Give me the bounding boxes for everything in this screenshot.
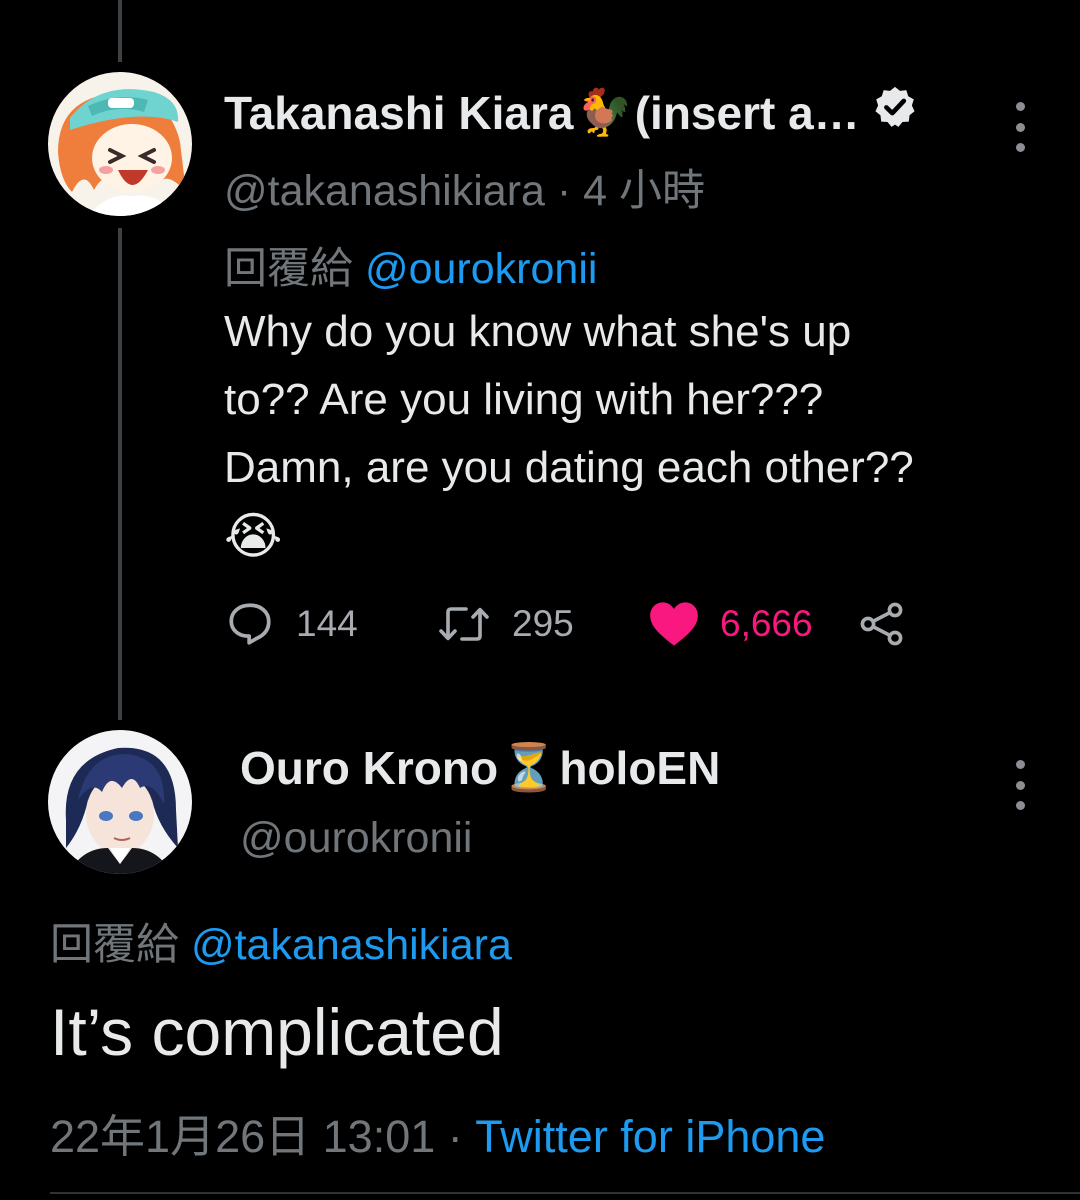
crying-emoji: 😭 xyxy=(224,508,283,564)
kiara-avatar[interactable] xyxy=(48,72,192,216)
reply-more-icon[interactable] xyxy=(1010,102,1030,152)
reply-count: 144 xyxy=(296,603,358,644)
reply-text-line-3: Damn, are you dating each other?? xyxy=(224,443,914,492)
retweet-count: 295 xyxy=(512,603,574,644)
main-tweet-text: It’s complicated xyxy=(50,995,504,1069)
main-author-name[interactable]: Ouro Krono xyxy=(240,741,498,795)
kronii-avatar-image xyxy=(48,730,192,874)
main-tweet-meta: 22年1月26日 13:01 · Twitter for iPhone xyxy=(50,1100,825,1165)
main-meta-separator: · xyxy=(447,1111,463,1162)
reply-bubble-icon xyxy=(229,603,271,645)
main-reply-to-line: 回覆給 @takanashikiara xyxy=(50,910,512,972)
chicken-emoji: 🐓 xyxy=(575,86,633,138)
main-reply-to-label: 回覆給 xyxy=(50,921,179,969)
reply-tweet-text: Why do you know what she's up to?? Are y… xyxy=(224,298,914,570)
reply-to-line: 回覆給 @ourokronii xyxy=(224,234,597,296)
like-count: 6,666 xyxy=(720,603,813,644)
like-button[interactable]: 6,666 xyxy=(648,596,813,652)
reply-author-name[interactable]: Takanashi Kiara xyxy=(224,86,573,140)
verified-badge-icon xyxy=(872,84,918,141)
kronii-avatar[interactable] xyxy=(48,730,192,874)
main-reply-to-mention[interactable]: @takanashikiara xyxy=(191,921,512,969)
reply-to-mention[interactable]: @ourokronii xyxy=(365,245,597,293)
reply-author-name-row[interactable]: Takanashi Kiara 🐓 (insert a… xyxy=(224,84,918,141)
main-tweet-date[interactable]: 22年1月26日 13:01 xyxy=(50,1111,435,1162)
heart-icon xyxy=(650,602,698,646)
reply-text-line-1: Why do you know what she's up xyxy=(224,307,852,356)
retweet-button[interactable]: 295 xyxy=(436,596,574,652)
main-author-name-row[interactable]: Ouro Krono ⏳ holoEN xyxy=(240,740,720,795)
thread-line-top xyxy=(118,0,122,62)
main-more-icon[interactable] xyxy=(1010,760,1030,810)
reply-text-line-2: to?? Are you living with her??? xyxy=(224,375,824,424)
reply-author-name-suffix[interactable]: (insert a… xyxy=(635,86,860,140)
share-button[interactable] xyxy=(858,596,926,652)
main-tweet-source[interactable]: Twitter for iPhone xyxy=(475,1111,825,1162)
reply-time[interactable]: 4 小時 xyxy=(583,167,705,215)
thread-line-connector xyxy=(118,228,122,720)
reply-time-separator: · xyxy=(556,167,572,215)
main-handle[interactable]: @ourokronii xyxy=(240,814,472,863)
hourglass-emoji: ⏳ xyxy=(500,741,558,793)
reply-handle-row: @takanashikiara · 4 小時 xyxy=(224,156,705,218)
share-icon xyxy=(860,602,903,646)
main-author-name-suffix[interactable]: holoEN xyxy=(559,741,720,795)
reply-button[interactable]: 144 xyxy=(224,596,358,652)
bottom-divider xyxy=(50,1192,1080,1194)
reply-to-label: 回覆給 xyxy=(224,245,353,293)
reply-action-bar: 144 295 6,666 xyxy=(224,596,944,652)
kiara-avatar-image xyxy=(48,72,192,216)
retweet-icon xyxy=(439,607,489,641)
reply-handle[interactable]: @takanashikiara xyxy=(224,167,545,215)
